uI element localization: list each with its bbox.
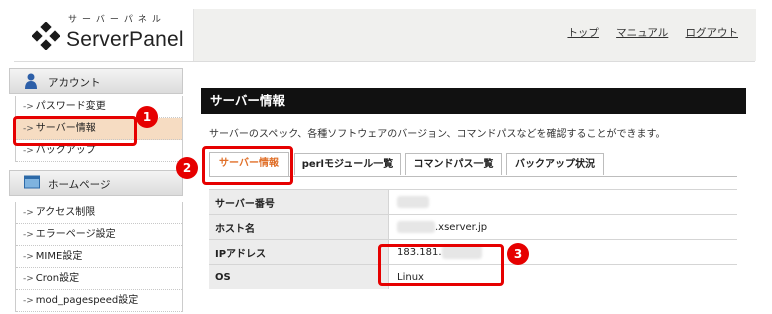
sidebar-item-label: バックアップ (35, 145, 96, 156)
arrow-icon: -> (23, 296, 34, 306)
serverpanel-logo[interactable]: サーバーパネル ServerPanel (14, 8, 192, 62)
callout-badge-1: 1 (136, 106, 158, 128)
table-row: サーバー番号 (209, 189, 737, 215)
sidebar-item-cron[interactable]: -> Cron設定 (16, 268, 182, 290)
tab-command-paths[interactable]: コマンドパス一覧 (405, 153, 502, 175)
tab-backup-status[interactable]: バックアップ状況 (506, 153, 604, 175)
sidebar-item-label: エラーページ設定 (35, 229, 116, 240)
highlight-ip-address (378, 244, 504, 286)
arrow-icon: -> (23, 102, 34, 112)
homepage-menu: -> アクセス制限 -> エラーページ設定 -> MIME設定 -> Cron設定 ->… (15, 202, 183, 312)
row-label-ip-address: IPアドレス (209, 239, 389, 265)
row-value-hostname: .xserver.jp (388, 214, 737, 240)
page-description: サーバーのスペック、各種ソフトウェアのバージョン、コマンドパスなどを確認すること… (209, 129, 666, 140)
header-bar: トップ マニュアル ログアウト (193, 9, 756, 61)
logo-name: ServerPanel (66, 28, 184, 51)
row-label-os: OS (209, 264, 389, 289)
sidebar-section-title: アカウント (48, 77, 101, 89)
logout-link[interactable]: ログアウト (686, 27, 739, 39)
redacted-value (397, 221, 435, 233)
sidebar-section-title: ホームページ (48, 179, 111, 191)
sidebar-item-label: MIME設定 (35, 251, 83, 262)
header-divider (14, 61, 755, 62)
header-links: トップ マニュアル ログアウト (553, 25, 738, 40)
sidebar-item-label: mod_pagespeed設定 (35, 295, 139, 306)
logo-kana: サーバーパネル (68, 15, 166, 25)
sidebar-item-pagespeed[interactable]: -> mod_pagespeed設定 (16, 290, 182, 312)
sidebar-item-mime[interactable]: -> MIME設定 (16, 246, 182, 268)
redacted-value (397, 196, 429, 208)
arrow-icon: -> (23, 252, 34, 262)
diamond-logo-icon (32, 22, 60, 50)
sidebar-item-label: パスワード変更 (35, 101, 106, 112)
sidebar-section-account: アカウント (9, 68, 183, 94)
manual-link[interactable]: マニュアル (616, 27, 668, 39)
callout-badge-2: 2 (176, 157, 198, 179)
arrow-icon: -> (23, 274, 34, 284)
callout-badge-3: 3 (507, 243, 529, 265)
user-icon (25, 73, 37, 89)
sidebar-item-label: Cron設定 (35, 273, 80, 284)
window-icon (24, 175, 40, 189)
top-link[interactable]: トップ (567, 27, 599, 39)
arrow-icon: -> (23, 230, 34, 240)
arrow-icon: -> (23, 208, 34, 218)
row-label-hostname: ホスト名 (209, 214, 389, 240)
highlight-server-info-menu (13, 116, 137, 146)
arrow-icon: -> (23, 146, 34, 156)
sidebar-section-homepage: ホームページ (9, 170, 183, 196)
sidebar: アカウント -> パスワード変更 -> サーバー情報 -> バックアップ ホームページ… (9, 64, 183, 314)
sidebar-item-access-restriction[interactable]: -> アクセス制限 (16, 202, 182, 224)
header: サーバーパネル ServerPanel トップ マニュアル ログアウト (0, 0, 772, 62)
row-value-server-number (388, 189, 737, 215)
row-label-server-number: サーバー番号 (209, 189, 389, 215)
page-title: サーバー情報 (201, 88, 746, 114)
highlight-server-info-tab (202, 146, 293, 185)
tab-perl-modules[interactable]: perlモジュール一覧 (294, 153, 401, 175)
sidebar-item-label: アクセス制限 (35, 207, 96, 218)
table-row: ホスト名 .xserver.jp (209, 214, 737, 240)
sidebar-item-error-page[interactable]: -> エラーページ設定 (16, 224, 182, 246)
